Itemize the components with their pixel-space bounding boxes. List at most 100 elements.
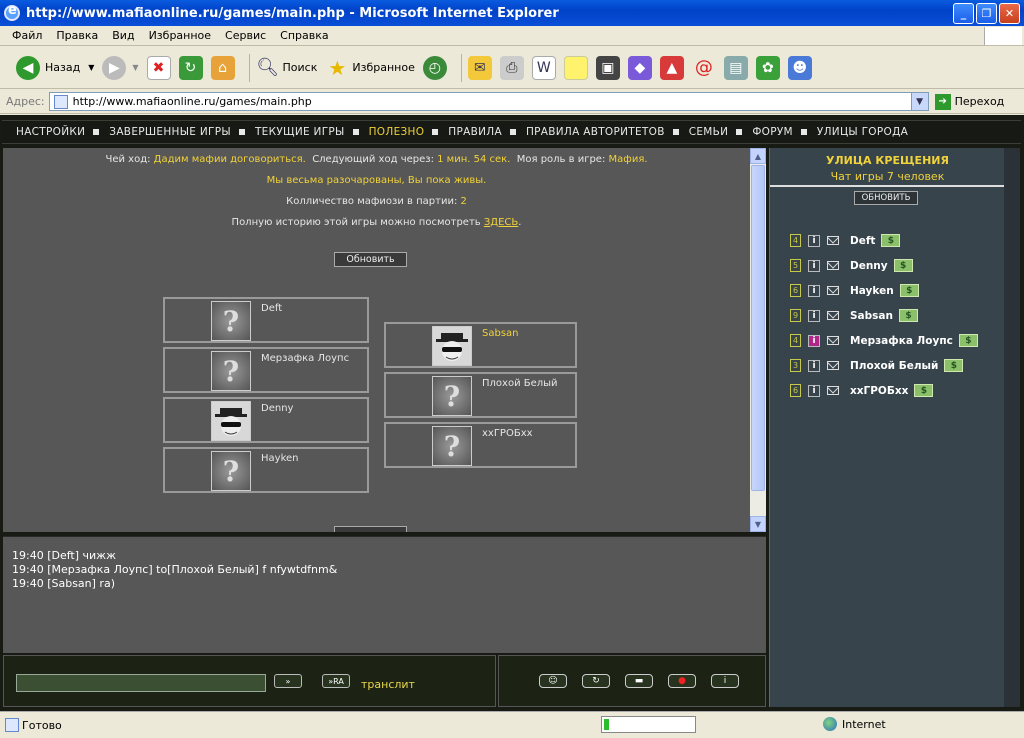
info-icon[interactable]: i: [808, 359, 820, 372]
send-translit-button[interactable]: »RA: [322, 674, 350, 688]
user-row[interactable]: 4 i Мерзафка Лоупс $: [790, 328, 978, 353]
scroll-up-icon[interactable]: ▲: [750, 148, 766, 164]
at-icon[interactable]: @: [692, 56, 716, 80]
mail-icon[interactable]: [827, 286, 839, 295]
player-card[interactable]: ? Мерзафка Лоупс: [163, 347, 369, 393]
page-status-icon: [5, 718, 19, 732]
icq-icon[interactable]: ✿: [755, 55, 780, 80]
messenger-icon[interactable]: ◆: [627, 55, 652, 80]
sidebar-scrollbar[interactable]: [1004, 148, 1020, 707]
menu-view[interactable]: Вид: [112, 29, 134, 42]
edit-icon[interactable]: W: [531, 55, 556, 80]
maximize-button[interactable]: ❐: [976, 2, 997, 24]
nav-authority-rules[interactable]: ПРАВИЛА АВТОРИТЕТОВ: [526, 126, 665, 138]
nav-finished-games[interactable]: ЗАВЕРШЕННЫЕ ИГРЫ: [109, 126, 231, 138]
address-bar: Адрес: http://www.mafiaonline.ru/games/m…: [0, 90, 1024, 114]
menu-help[interactable]: Справка: [280, 29, 328, 42]
player-card[interactable]: ? xxГРОБxx: [384, 422, 577, 468]
home-icon[interactable]: ⌂: [210, 55, 235, 80]
player-card[interactable]: Sabsan: [384, 322, 577, 368]
user-row[interactable]: 6 i Hayken $: [790, 278, 978, 303]
send-button[interactable]: »: [274, 674, 302, 688]
chat-message: 19:40 [Мерзафка Лоупс] to[Плохой Белый] …: [12, 563, 338, 576]
mail-icon[interactable]: ✉: [467, 55, 492, 80]
minimize-button[interactable]: _: [953, 2, 974, 24]
vote-button[interactable]: [334, 526, 407, 532]
nav-forum[interactable]: ФОРУМ: [752, 126, 793, 138]
money-icon: $: [881, 234, 901, 247]
translit-toggle[interactable]: транслит: [361, 678, 415, 691]
shapes-icon[interactable]: ▲: [659, 55, 684, 80]
car-icon[interactable]: ▬: [625, 674, 653, 688]
user-row[interactable]: 4 i Deft $: [790, 228, 978, 253]
nav-settings[interactable]: НАСТРОЙКИ: [16, 126, 85, 138]
user-row[interactable]: 6 i xxГРОБxx $: [790, 378, 978, 403]
info-icon[interactable]: i: [808, 234, 820, 247]
stop-icon[interactable]: ✖: [146, 55, 171, 80]
sidebar-refresh-button[interactable]: ОБНОВИТЬ: [854, 191, 918, 205]
address-input[interactable]: http://www.mafiaonline.ru/games/main.php…: [48, 92, 929, 111]
info-icon[interactable]: i: [808, 284, 820, 297]
search-button[interactable]: 🔍︎ Поиск: [256, 56, 317, 80]
player-card[interactable]: Denny: [163, 397, 369, 443]
info-icon[interactable]: i: [711, 674, 739, 688]
nav-city-streets[interactable]: УЛИЦЫ ГОРОДА: [817, 126, 908, 138]
nav-rules[interactable]: ПРАВИЛА: [448, 126, 502, 138]
menu-tools[interactable]: Сервис: [225, 29, 266, 42]
menu-edit[interactable]: Правка: [56, 29, 98, 42]
info-icon[interactable]: i: [808, 309, 820, 322]
scroll-thumb[interactable]: [751, 165, 765, 491]
address-dropdown-icon[interactable]: ▼: [910, 93, 928, 110]
refresh-button[interactable]: Обновить: [334, 252, 407, 267]
user-row[interactable]: 5 i Denny $: [790, 253, 978, 278]
user-row[interactable]: 9 i Sabsan $: [790, 303, 978, 328]
chat-log: 19:40 [Deft] чижж 19:40 [Мерзафка Лоупс]…: [3, 536, 766, 653]
mail-icon[interactable]: [827, 261, 839, 270]
unknown-avatar-icon: ?: [211, 301, 251, 341]
street-title: УЛИЦА КРЕЩЕНИЯ: [826, 154, 949, 167]
note-icon[interactable]: [563, 55, 588, 80]
windows-logo: [984, 27, 1022, 45]
print-icon[interactable]: ⎙: [499, 55, 524, 80]
status-text: Готово: [22, 718, 62, 732]
menu-file[interactable]: Файл: [12, 29, 42, 42]
mail-icon[interactable]: [827, 361, 839, 370]
player-card[interactable]: ? Hayken: [163, 447, 369, 493]
favorites-button[interactable]: ★ Избранное: [325, 56, 414, 80]
scroll-down-icon[interactable]: ▼: [750, 516, 766, 532]
tv-icon[interactable]: ▣: [595, 55, 620, 80]
mail-icon[interactable]: [827, 311, 839, 320]
nav-families[interactable]: СЕМЬИ: [689, 126, 729, 138]
reload-icon[interactable]: ↻: [582, 674, 610, 688]
tools-icon[interactable]: ▤: [723, 55, 748, 80]
close-button[interactable]: ✕: [999, 2, 1020, 24]
player-card[interactable]: ? Плохой Белый: [384, 372, 577, 418]
record-icon[interactable]: ●: [668, 674, 696, 688]
info-icon[interactable]: i: [808, 334, 820, 347]
street-sidebar: УЛИЦА КРЕЩЕНИЯ Чат игры 7 человек ОБНОВИ…: [769, 148, 1020, 707]
unknown-avatar-icon: ?: [432, 376, 472, 416]
mail-icon[interactable]: [827, 386, 839, 395]
smiley-icon[interactable]: ☺: [539, 674, 567, 688]
menu-favorites[interactable]: Избранное: [149, 29, 211, 42]
info-icon[interactable]: i: [808, 259, 820, 272]
history-link[interactable]: ЗДЕСЬ: [484, 217, 518, 228]
users-icon[interactable]: ☻: [787, 55, 812, 80]
info-icon[interactable]: i: [808, 384, 820, 397]
message-input[interactable]: [16, 674, 266, 692]
nav-useful[interactable]: ПОЛЕЗНО: [369, 126, 425, 138]
forward-dropdown-icon[interactable]: ▼: [132, 63, 138, 72]
nav-current-games[interactable]: ТЕКУЩИЕ ИГРЫ: [255, 126, 345, 138]
back-dropdown-icon[interactable]: ▼: [88, 63, 94, 72]
refresh-icon[interactable]: ↻: [178, 55, 203, 80]
game-scrollbar[interactable]: ▲ ▼: [750, 148, 766, 532]
back-button[interactable]: ◀ Назад ▼: [16, 55, 94, 80]
player-card[interactable]: ? Deft: [163, 297, 369, 343]
user-row[interactable]: 3 i Плохой Белый $: [790, 353, 978, 378]
security-zone: Internet: [823, 717, 886, 731]
mail-icon[interactable]: [827, 236, 839, 245]
history-icon[interactable]: ◴: [422, 55, 447, 80]
go-button[interactable]: ➔ Переход: [934, 93, 1004, 110]
mail-icon[interactable]: [827, 336, 839, 345]
forward-button[interactable]: ▶ ▼: [102, 55, 139, 80]
